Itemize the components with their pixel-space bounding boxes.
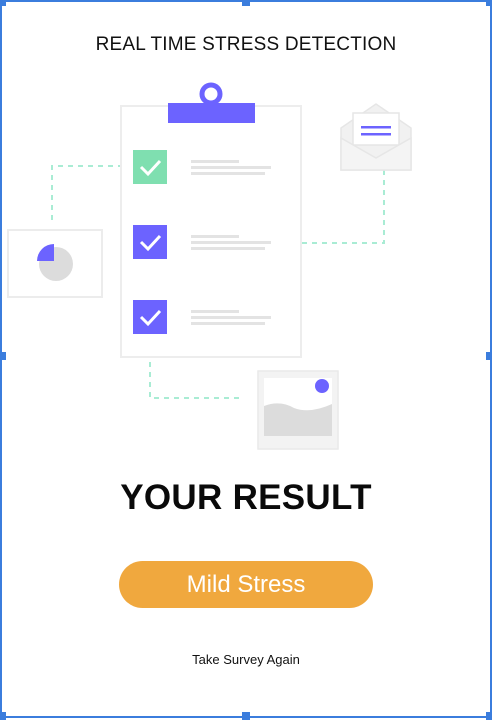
resize-handle-bottom-right[interactable] bbox=[486, 712, 492, 720]
resize-handle-bottom[interactable] bbox=[242, 712, 250, 720]
survey-illustration bbox=[7, 82, 412, 450]
result-heading: YOUR RESULT bbox=[120, 478, 372, 517]
check-icon bbox=[133, 300, 167, 334]
resize-handle-bottom-left[interactable] bbox=[0, 712, 6, 720]
take-survey-again-link[interactable]: Take Survey Again bbox=[0, 652, 492, 667]
envelope-icon bbox=[340, 103, 412, 171]
check-icon bbox=[133, 150, 167, 184]
pie-chart-icon bbox=[7, 229, 103, 298]
image-icon bbox=[257, 370, 339, 450]
stress-result-button[interactable]: Mild Stress bbox=[119, 561, 373, 608]
check-icon bbox=[133, 225, 167, 259]
